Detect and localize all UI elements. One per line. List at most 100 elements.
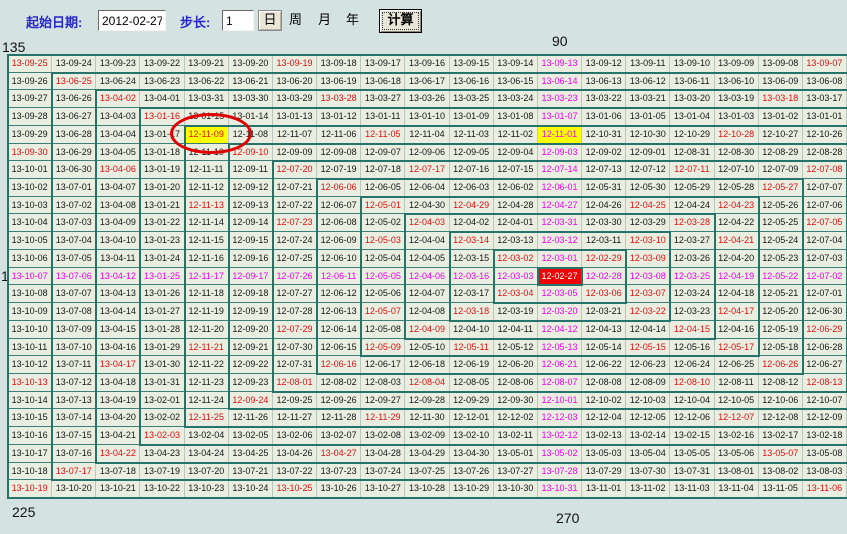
date-cell[interactable]: 13-10-30 [494,480,538,498]
date-cell[interactable]: 12-09-23 [229,374,273,392]
date-cell[interactable]: 13-04-23 [140,445,184,463]
date-cell[interactable]: 12-05-11 [450,339,494,357]
date-cell[interactable]: 13-06-29 [52,144,96,162]
date-cell[interactable]: 13-05-05 [670,445,714,463]
date-cell[interactable]: 13-09-17 [361,55,405,73]
date-cell[interactable]: 13-01-04 [670,108,714,126]
date-cell[interactable]: 12-04-22 [715,214,759,232]
date-cell[interactable]: 13-05-04 [626,445,670,463]
date-cell[interactable]: 12-07-27 [273,285,317,303]
date-cell[interactable]: 12-07-11 [670,161,714,179]
date-cell[interactable]: 12-03-10 [626,232,670,250]
date-cell[interactable]: 12-04-21 [715,232,759,250]
date-cell[interactable]: 13-01-06 [582,108,626,126]
date-cell[interactable]: 12-07-29 [273,321,317,339]
date-cell[interactable]: 13-10-17 [8,445,52,463]
date-cell[interactable]: 13-10-05 [8,232,52,250]
date-cell[interactable]: 13-09-27 [8,90,52,108]
date-cell[interactable]: 12-03-08 [626,268,670,286]
date-cell[interactable]: 12-11-06 [317,126,361,144]
date-cell[interactable]: 12-07-03 [803,250,847,268]
date-cell[interactable]: 13-01-30 [140,356,184,374]
date-cell[interactable]: 13-05-08 [803,445,847,463]
date-cell[interactable]: 13-10-12 [8,356,52,374]
date-cell[interactable]: 12-10-04 [670,392,714,410]
start-date-input[interactable] [98,10,166,31]
date-cell[interactable]: 13-05-03 [582,445,626,463]
date-cell[interactable]: 12-03-28 [670,214,714,232]
date-cell[interactable]: 13-07-09 [52,321,96,339]
date-cell[interactable]: 13-03-29 [273,90,317,108]
date-cell[interactable]: 12-12-01 [450,409,494,427]
date-cell[interactable]: 13-06-16 [450,73,494,91]
date-cell[interactable]: 13-10-10 [8,321,52,339]
date-cell[interactable]: 13-10-13 [8,374,52,392]
date-cell[interactable]: 12-04-03 [405,214,449,232]
date-cell[interactable]: 13-02-13 [582,427,626,445]
date-cell[interactable]: 12-09-18 [229,285,273,303]
date-cell[interactable]: 13-09-14 [494,55,538,73]
date-cell[interactable]: 13-06-24 [96,73,140,91]
date-cell[interactable]: 12-03-01 [538,250,582,268]
date-cell[interactable]: 13-08-01 [715,463,759,481]
date-cell[interactable]: 13-07-01 [52,179,96,197]
date-cell[interactable]: 13-02-01 [140,392,184,410]
date-cell[interactable]: 13-04-10 [96,232,140,250]
date-cell[interactable]: 13-04-11 [96,250,140,268]
date-cell[interactable]: 12-06-23 [626,356,670,374]
date-cell[interactable]: 12-05-09 [361,339,405,357]
date-cell[interactable]: 12-10-26 [803,126,847,144]
date-cell[interactable]: 13-06-08 [803,73,847,91]
date-cell[interactable]: 13-08-02 [759,463,803,481]
date-cell[interactable]: 12-09-25 [273,392,317,410]
date-cell[interactable]: 12-06-09 [317,232,361,250]
date-cell[interactable]: 12-09-27 [361,392,405,410]
date-cell[interactable]: 12-03-23 [670,303,714,321]
date-cell[interactable]: 12-03-17 [450,285,494,303]
date-cell[interactable]: 12-06-12 [317,285,361,303]
date-cell[interactable]: 12-04-14 [626,321,670,339]
date-cell[interactable]: 13-09-21 [185,55,229,73]
date-cell[interactable]: 12-09-17 [229,268,273,286]
date-cell[interactable]: 13-04-08 [96,197,140,215]
date-cell[interactable]: 13-06-30 [52,161,96,179]
date-cell[interactable]: 12-03-05 [538,285,582,303]
date-cell[interactable]: 13-01-25 [140,268,184,286]
date-cell[interactable]: 12-07-24 [273,232,317,250]
date-cell[interactable]: 12-06-15 [317,339,361,357]
date-cell[interactable]: 13-07-05 [52,250,96,268]
date-cell[interactable]: 13-06-23 [140,73,184,91]
date-cell[interactable]: 13-03-20 [670,90,714,108]
date-cell[interactable]: 12-11-24 [185,392,229,410]
date-cell[interactable]: 13-05-06 [715,445,759,463]
date-cell[interactable]: 13-01-09 [450,108,494,126]
date-cell[interactable]: 13-11-04 [715,480,759,498]
date-cell[interactable]: 12-06-08 [317,214,361,232]
date-cell[interactable]: 13-01-14 [229,108,273,126]
date-cell[interactable]: 12-09-05 [450,144,494,162]
date-cell[interactable]: 12-05-04 [361,250,405,268]
date-cell[interactable]: 13-04-21 [96,427,140,445]
date-cell[interactable]: 13-04-03 [96,108,140,126]
date-cell[interactable]: 13-07-15 [52,427,96,445]
date-cell[interactable]: 12-07-18 [361,161,405,179]
date-cell[interactable]: 12-09-06 [405,144,449,162]
date-cell[interactable]: 13-10-06 [8,250,52,268]
date-cell[interactable]: 12-09-02 [582,144,626,162]
date-cell[interactable]: 12-05-16 [670,339,714,357]
date-cell[interactable]: 13-07-07 [52,285,96,303]
date-cell[interactable]: 13-02-16 [715,427,759,445]
date-cell[interactable]: 12-04-06 [405,268,449,286]
date-cell[interactable]: 12-06-27 [803,356,847,374]
date-cell[interactable]: 12-02-27 [538,268,582,286]
date-cell[interactable]: 13-09-13 [538,55,582,73]
date-cell[interactable]: 12-09-09 [273,144,317,162]
date-cell[interactable]: 12-07-15 [494,161,538,179]
date-cell[interactable]: 12-06-26 [759,356,803,374]
date-cell[interactable]: 12-09-20 [229,321,273,339]
date-cell[interactable]: 13-02-17 [759,427,803,445]
date-cell[interactable]: 13-10-16 [8,427,52,445]
date-cell[interactable]: 12-11-15 [185,232,229,250]
date-cell[interactable]: 12-04-10 [450,321,494,339]
date-cell[interactable]: 13-09-10 [670,55,714,73]
